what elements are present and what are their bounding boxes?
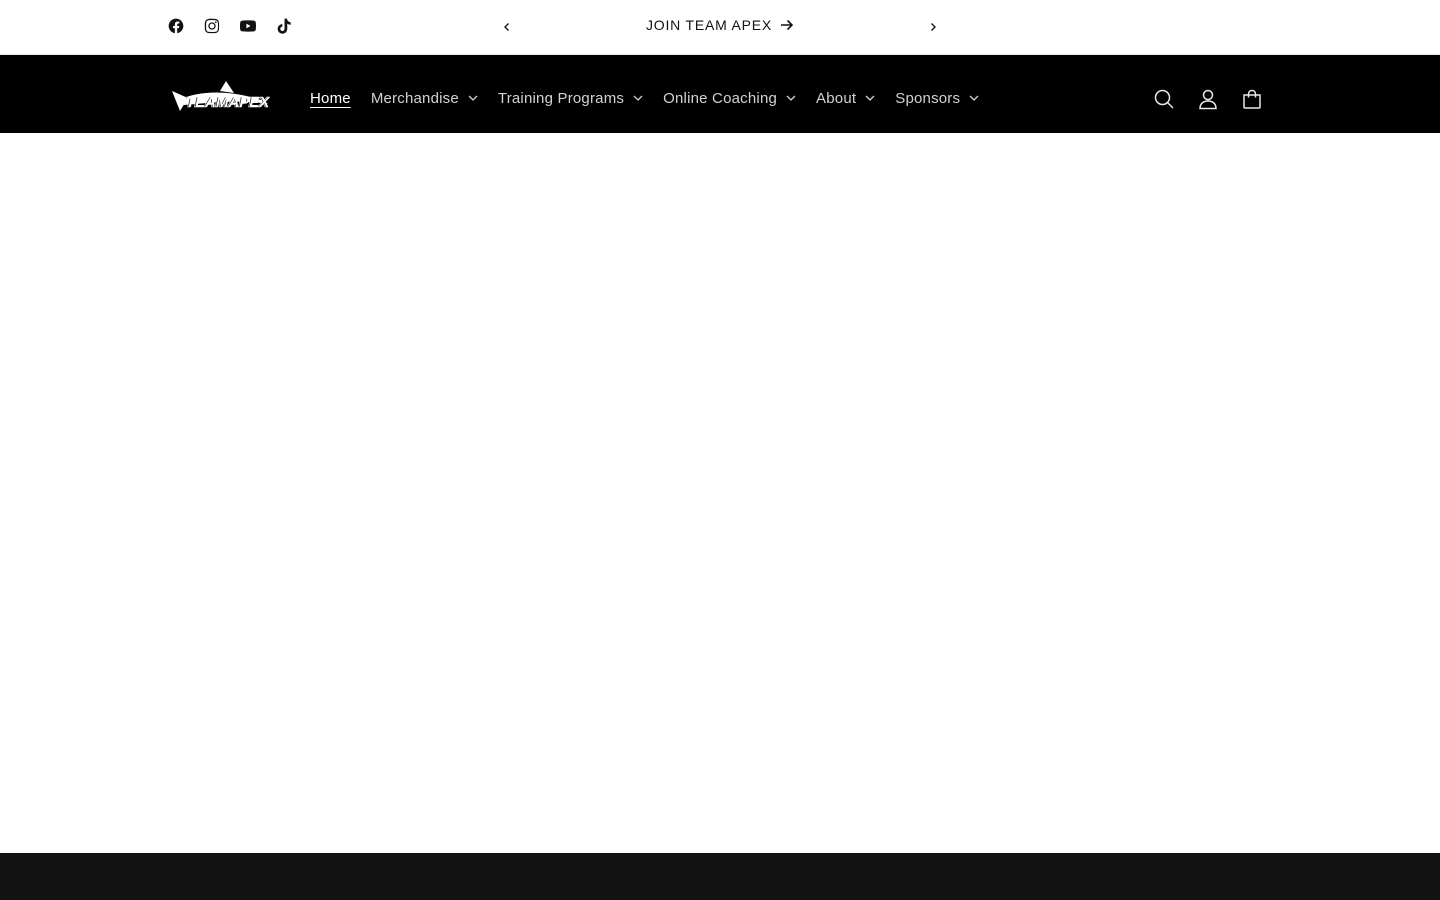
tiktok-icon[interactable] (274, 16, 294, 36)
nav-item-home[interactable]: Home (300, 82, 361, 114)
nav-item-label: Home (310, 89, 351, 107)
instagram-icon[interactable] (202, 16, 222, 36)
facebook-icon[interactable] (166, 16, 186, 36)
nav-item-online-coaching[interactable]: Online Coaching (653, 82, 806, 114)
announcement-text: JOIN TEAM APEX (645, 17, 773, 33)
chevron-down-icon (969, 95, 979, 101)
nav-item-label: Merchandise (370, 89, 459, 107)
nav-item-label: Online Coaching (663, 89, 778, 107)
chevron-down-icon (786, 95, 796, 101)
header-icons (1142, 77, 1274, 121)
chevron-right-icon (931, 23, 936, 31)
chevron-down-icon (865, 95, 875, 101)
search-button[interactable] (1142, 77, 1186, 121)
arrow-right-icon (781, 19, 794, 31)
announcement-bar: JOIN TEAM APEX (0, 0, 1440, 55)
announcement-prev-button[interactable] (495, 15, 519, 39)
chevron-down-icon (468, 95, 478, 101)
social-links (166, 16, 294, 36)
team-apex-logo: TEAMAPEX TEAMAPEX (172, 81, 270, 111)
site-footer (0, 853, 1440, 900)
site-logo[interactable]: TEAMAPEX TEAMAPEX (168, 77, 272, 119)
svg-text:TEAMAPEX: TEAMAPEX (186, 94, 270, 111)
chevron-left-icon (504, 23, 509, 31)
account-icon (1199, 89, 1217, 110)
announcement-next-button[interactable] (921, 15, 945, 39)
nav-item-training-programs[interactable]: Training Programs (488, 82, 653, 114)
announcement-link[interactable]: JOIN TEAM APEX (560, 17, 880, 33)
nav-item-about[interactable]: About (806, 82, 885, 114)
account-button[interactable] (1186, 77, 1230, 121)
youtube-icon[interactable] (238, 16, 258, 36)
nav-item-merchandise[interactable]: Merchandise (361, 82, 488, 114)
main-content (0, 133, 1440, 853)
site-header: TEAMAPEX TEAMAPEX Home Merchandise Train… (0, 55, 1440, 133)
main-nav: Home Merchandise Training Programs Onlin… (300, 82, 989, 114)
cart-icon (1243, 89, 1261, 109)
nav-item-label: Training Programs (497, 89, 625, 107)
nav-item-label: Sponsors (895, 89, 961, 107)
nav-item-label: About (816, 89, 857, 107)
chevron-down-icon (633, 95, 643, 101)
cart-button[interactable] (1230, 77, 1274, 121)
search-icon (1154, 89, 1174, 109)
nav-item-sponsors[interactable]: Sponsors (885, 82, 989, 114)
